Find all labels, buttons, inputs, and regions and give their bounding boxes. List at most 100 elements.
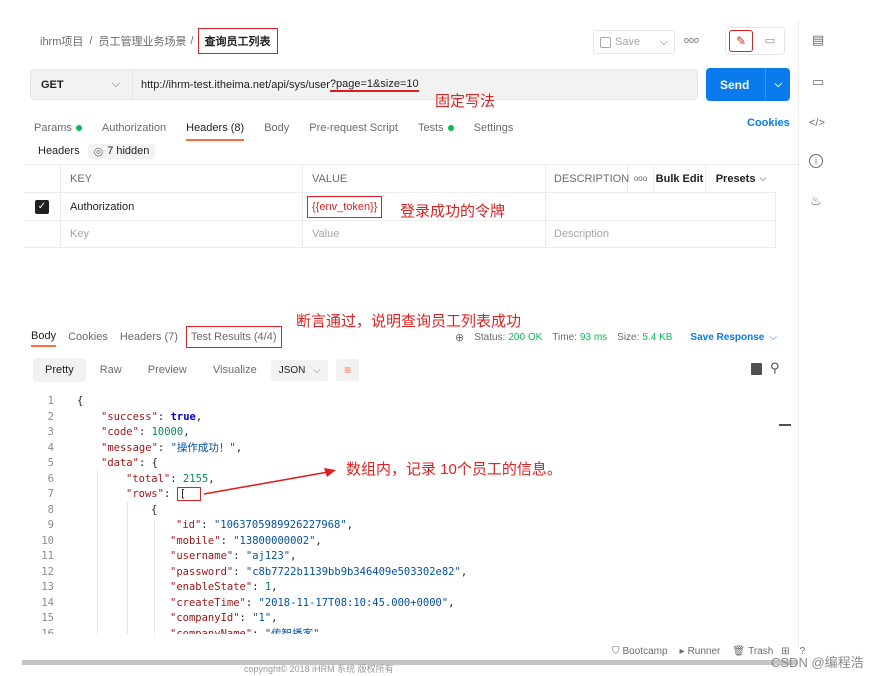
bootcamp-link[interactable]: Bootcamp <box>623 646 668 657</box>
format-select[interactable]: JSON ⌵ <box>270 359 329 381</box>
tab-settings[interactable]: Settings <box>474 122 514 134</box>
save-control[interactable]: Save ⌵ <box>593 30 675 54</box>
url-query: ?page=1&size=10 <box>329 77 419 92</box>
method-select[interactable]: GET ⌵ <box>31 70 133 99</box>
line-number: 5 <box>47 457 54 469</box>
description-cell[interactable] <box>546 193 776 221</box>
tab-params[interactable]: Params <box>34 122 72 134</box>
view-pretty[interactable]: Pretty <box>33 358 86 382</box>
tab-headers-label: Headers (8) <box>186 122 245 134</box>
tab-test-results[interactable]: Test Results (4/4) <box>185 326 282 348</box>
status-dot <box>447 125 454 131</box>
tab-tests[interactable]: Tests <box>418 122 444 134</box>
line-number: 10 <box>41 534 54 547</box>
copy-icon[interactable] <box>751 363 762 375</box>
line-number: 12 <box>41 565 54 578</box>
headers-title: Headers <box>38 145 80 157</box>
globe-icon[interactable]: ⊕ <box>455 331 464 344</box>
column-value: VALUE <box>303 165 546 193</box>
breadcrumb-project[interactable]: ihrm项目 <box>40 33 83 49</box>
code-line: 12 "password": "c8b7722b1139bb9b346409e50… <box>30 565 780 581</box>
time-value[interactable]: 93 ms <box>580 332 607 343</box>
tab-response-cookies[interactable]: Cookies <box>68 331 108 343</box>
edit-mode-button[interactable]: ✎ <box>729 30 753 52</box>
comments-icon[interactable]: ▭ <box>812 74 824 90</box>
info-icon[interactable]: i <box>809 154 823 168</box>
tab-response-body[interactable]: Body <box>31 327 57 347</box>
url-base: http://ihrm-test.itheima.net/api/sys/use… <box>141 78 330 91</box>
view-preview[interactable]: Preview <box>148 364 187 376</box>
tab-response-headers[interactable]: Headers (7) <box>120 331 178 343</box>
tab-headers[interactable]: Headers (8) <box>186 122 245 141</box>
tab-body[interactable]: Body <box>264 122 289 134</box>
cookies-link[interactable]: Cookies <box>747 117 790 129</box>
breadcrumb-folder[interactable]: 员工管理业务场景 <box>98 33 186 49</box>
more-options-icon[interactable]: ooo <box>684 35 699 45</box>
column-value-label: VALUE <box>312 172 348 185</box>
hidden-count: 7 hidden <box>107 145 150 157</box>
enabled-checkbox[interactable]: ✓ <box>35 199 49 214</box>
key-placeholder: Key <box>70 228 89 240</box>
time-label: Time: <box>552 331 577 343</box>
watermark: CSDN @编程浩 <box>771 655 864 670</box>
save-response-button[interactable]: Save Response <box>690 332 764 343</box>
chevron-down-icon[interactable]: ⌵ <box>774 79 782 90</box>
bulk-edit-button[interactable]: Bulk Edit <box>654 165 706 193</box>
runner-icon: ▸ <box>679 645 685 657</box>
search-icon[interactable]: ⚲ <box>770 360 780 376</box>
row-checkbox-cell: ✓ <box>24 193 61 221</box>
documentation-icon[interactable]: ▤ <box>812 32 824 48</box>
value-placeholder-cell[interactable]: Value <box>303 221 546 248</box>
hidden-headers-toggle[interactable]: ◎ 7 hidden <box>87 143 156 159</box>
status-value[interactable]: 200 OK <box>508 332 542 343</box>
bottom-divider <box>22 660 797 665</box>
line-number: 3 <box>47 426 54 438</box>
line-number: 9 <box>47 519 54 531</box>
method-label: GET <box>41 78 64 91</box>
view-visualize[interactable]: Visualize <box>213 364 257 376</box>
send-button[interactable]: Send ⌵ <box>706 68 790 101</box>
chevron-down-icon[interactable]: ⌵ <box>660 36 668 49</box>
code-line: 3 "code": 10000, <box>30 425 780 441</box>
key-placeholder-cell[interactable]: Key <box>61 221 303 248</box>
url-input[interactable]: http://ihrm-test.itheima.net/api/sys/use… <box>133 70 419 99</box>
request-name[interactable]: 查询员工列表 <box>197 28 278 54</box>
description-placeholder: Description <box>554 228 610 240</box>
chevron-down-icon[interactable]: ⌵ <box>769 332 777 343</box>
trash-link[interactable]: Trash <box>748 646 773 657</box>
lightbulb-icon[interactable]: ♨ <box>810 193 822 209</box>
tab-authorization[interactable]: Authorization <box>102 122 166 134</box>
presets-dropdown[interactable]: Presets ⌵ <box>706 165 776 193</box>
chevron-down-icon: ⌵ <box>759 173 767 183</box>
code-line: 11 "username": "aj123", <box>30 549 780 565</box>
wrap-lines-button[interactable]: ≡ <box>336 359 360 381</box>
line-number: 6 <box>47 472 54 485</box>
column-key: KEY <box>61 165 303 193</box>
tab-params-label: Params <box>34 122 72 134</box>
description-placeholder-cell[interactable]: Description <box>546 221 776 248</box>
view-raw[interactable]: Raw <box>100 364 122 376</box>
response-status: ⊕ Status: 200 OK Time: 93 ms Size: 5.4 K… <box>455 330 777 344</box>
annotation-fixed: 固定写法 <box>435 93 496 110</box>
size-value[interactable]: 5.4 KB <box>642 332 672 343</box>
response-body[interactable]: 1{ 2 "success": true, 3 "code": 10000, 4 "m… <box>30 394 780 634</box>
header-value: {{env_token}} <box>307 195 383 218</box>
trash-icon: 🗑 <box>732 645 746 657</box>
code-line: 14 "createTime": "2018-11-17T08:10:45.000… <box>30 596 780 612</box>
tab-pre-request-script[interactable]: Pre-request Script <box>309 122 398 134</box>
table-header-row: KEY VALUE DESCRIPTION ooo Bulk Edit Pres… <box>24 165 798 193</box>
key-cell[interactable]: Authorization <box>61 193 303 221</box>
breadcrumb: ihrm项目 / 员工管理业务场景 / 查询员工列表 <box>40 28 278 54</box>
comments-mode-button[interactable]: ▭ <box>758 30 782 52</box>
code-snippet-icon[interactable]: </> <box>809 117 825 129</box>
table-more[interactable]: ooo <box>628 165 654 193</box>
chevron-down-icon: ⌵ <box>111 78 120 90</box>
table-row-empty: Key Value Description <box>24 221 798 248</box>
code-line: 7 "rows": [ <box>30 487 780 503</box>
scrollbar-thumb[interactable] <box>779 424 791 426</box>
column-key-label: KEY <box>70 172 93 185</box>
request-tabs: Params Authorization Headers (8) Body Pr… <box>34 116 533 141</box>
column-description-label: DESCRIPTION <box>554 172 630 185</box>
runner-link[interactable]: Runner <box>688 646 721 657</box>
code-line: 9 "id": "1063705989926227968", <box>30 518 780 534</box>
